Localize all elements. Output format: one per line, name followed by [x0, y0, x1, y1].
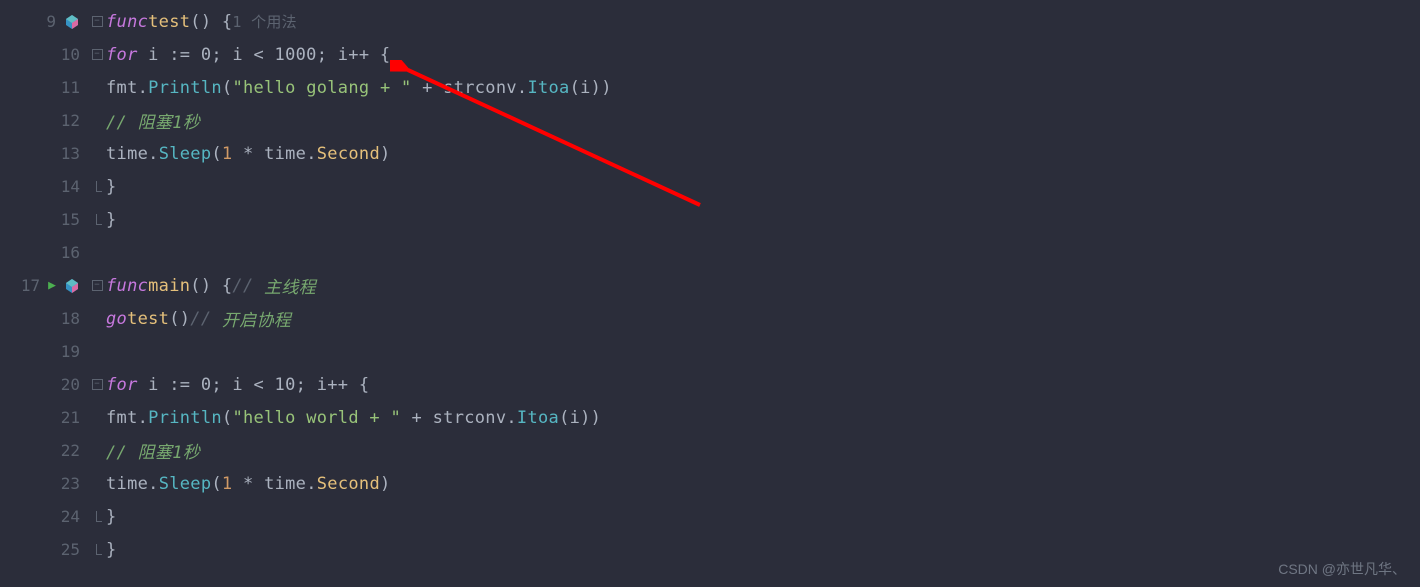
code-line[interactable]: func test() { 1 个用法 — [106, 5, 1420, 38]
code-line[interactable]: // 阻塞1秒 — [106, 434, 1420, 467]
code-line[interactable]: } — [106, 170, 1420, 203]
code-line[interactable]: } — [106, 500, 1420, 533]
line-number: 20 — [56, 375, 80, 394]
line-number: 14 — [56, 177, 80, 196]
code-line[interactable]: } — [106, 203, 1420, 236]
code-line[interactable] — [106, 335, 1420, 368]
fold-end-icon — [96, 511, 102, 522]
line-number: 22 — [56, 441, 80, 460]
line-number: 12 — [56, 111, 80, 130]
line-number: 15 — [56, 210, 80, 229]
line-number: 16 — [56, 243, 80, 262]
line-number: 17 — [16, 276, 40, 295]
line-number: 24 — [56, 507, 80, 526]
line-number: 11 — [56, 78, 80, 97]
code-line[interactable]: time.Sleep(1 * time.Second) — [106, 137, 1420, 170]
line-number: 9 — [32, 12, 56, 31]
fold-column: − − − − — [90, 0, 104, 587]
code-line[interactable]: for i := 0; i < 1000; i++ { — [106, 38, 1420, 71]
code-line[interactable]: for i := 0; i < 10; i++ { — [106, 368, 1420, 401]
line-number: 18 — [56, 309, 80, 328]
watermark: CSDN @亦世凡华、 — [1278, 559, 1406, 579]
code-editor[interactable]: 9 10 11 12 13 14 15 16 17 ▶ 18 19 20 21 … — [0, 0, 1420, 587]
fold-toggle[interactable]: − — [92, 16, 103, 27]
code-line[interactable]: time.Sleep(1 * time.Second) — [106, 467, 1420, 500]
run-icon[interactable]: ▶ — [48, 278, 56, 293]
code-line[interactable]: fmt.Println("hello world + " + strconv.I… — [106, 401, 1420, 434]
line-number: 10 — [56, 45, 80, 64]
fold-toggle[interactable]: − — [92, 379, 103, 390]
fold-end-icon — [96, 214, 102, 225]
line-number: 19 — [56, 342, 80, 361]
line-number: 25 — [56, 540, 80, 559]
gutter-struct-icon[interactable] — [64, 14, 80, 30]
code-line[interactable]: go test() // 开启协程 — [106, 302, 1420, 335]
code-line[interactable] — [106, 236, 1420, 269]
line-number: 13 — [56, 144, 80, 163]
fold-toggle[interactable]: − — [92, 49, 103, 60]
gutter-struct-icon[interactable] — [64, 278, 80, 294]
code-line[interactable]: // 阻塞1秒 — [106, 104, 1420, 137]
fold-toggle[interactable]: − — [92, 280, 103, 291]
line-number: 21 — [56, 408, 80, 427]
code-line[interactable]: fmt.Println("hello golang + " + strconv.… — [106, 71, 1420, 104]
code-line[interactable]: func main() { // 主线程 — [106, 269, 1420, 302]
code-area[interactable]: func test() { 1 个用法 for i := 0; i < 1000… — [104, 0, 1420, 587]
gutter: 9 10 11 12 13 14 15 16 17 ▶ 18 19 20 21 … — [0, 0, 90, 587]
line-number: 23 — [56, 474, 80, 493]
usage-hint[interactable]: 1 个用法 — [232, 11, 297, 32]
code-line[interactable]: } — [106, 533, 1420, 566]
fold-end-icon — [96, 544, 102, 555]
fold-end-icon — [96, 181, 102, 192]
